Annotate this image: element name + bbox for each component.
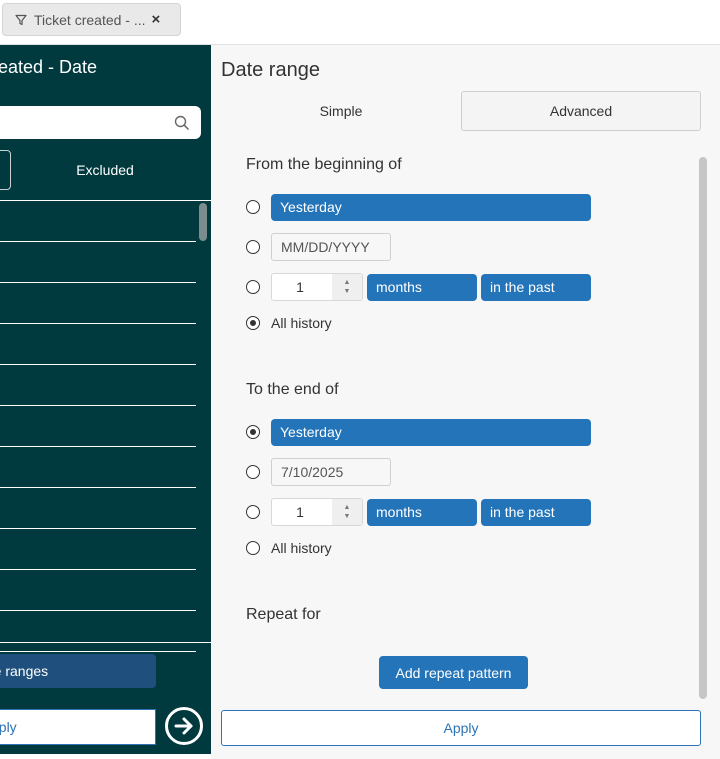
value-list: [0, 200, 211, 652]
from-count-value: 1: [296, 279, 304, 295]
filter-side-panel: eated - Date Excluded ate ranges pply: [0, 45, 211, 754]
filter-icon: [15, 14, 27, 25]
to-date-option: 7/10/2025: [246, 458, 391, 486]
filter-chip-ticket-created[interactable]: Ticket created - ... ×: [2, 3, 181, 36]
close-icon[interactable]: ×: [152, 11, 161, 28]
repeat-section-title: Repeat for: [246, 606, 321, 623]
from-count-stepper[interactable]: 1 ▲ ▼: [271, 273, 363, 301]
panel-footer: ate ranges pply: [0, 642, 211, 754]
from-date-field[interactable]: MM/DD/YYYY: [271, 233, 391, 261]
list-item[interactable]: [0, 242, 196, 283]
list-item[interactable]: [0, 570, 196, 611]
tab-advanced[interactable]: Advanced: [461, 91, 701, 131]
tab-simple[interactable]: Simple: [221, 91, 461, 131]
add-repeat-pattern-button[interactable]: Add repeat pattern: [379, 656, 528, 689]
date-ranges-label: ate ranges: [0, 663, 49, 679]
stepper-arrows-icon[interactable]: ▲ ▼: [332, 274, 362, 300]
to-date-radio[interactable]: [246, 465, 260, 479]
from-relative-option: 1 ▲ ▼ months in the past: [246, 273, 591, 301]
list-item[interactable]: [0, 324, 196, 365]
left-apply-label: pply: [0, 719, 17, 735]
to-count-stepper[interactable]: 1 ▲ ▼: [271, 498, 363, 526]
filter-bar: Ticket created - ... ×: [0, 0, 720, 45]
from-direction-select[interactable]: in the past: [481, 273, 591, 301]
from-all-history-option: All history: [246, 309, 332, 337]
go-arrow-button[interactable]: [165, 707, 203, 745]
date-ranges-button[interactable]: ate ranges: [0, 654, 156, 688]
from-yesterday-button[interactable]: Yesterday: [271, 193, 591, 221]
stepper-arrows-icon[interactable]: ▲ ▼: [332, 499, 362, 525]
apply-button[interactable]: Apply: [221, 710, 701, 746]
date-range-panel: Date range Simple Advanced From the begi…: [211, 45, 720, 759]
panel-title: eated - Date: [0, 57, 98, 77]
search-icon: [174, 115, 190, 131]
from-relative-radio[interactable]: [246, 280, 260, 294]
to-all-history-radio[interactable]: [246, 541, 260, 555]
to-date-field[interactable]: 7/10/2025: [271, 458, 391, 486]
panel-scrollbar[interactable]: [699, 157, 707, 699]
from-unit-select[interactable]: months: [367, 273, 477, 301]
list-item[interactable]: [0, 201, 196, 242]
list-item[interactable]: [0, 406, 196, 447]
to-yesterday-option: Yesterday: [246, 418, 591, 446]
to-relative-radio[interactable]: [246, 505, 260, 519]
list-scrollbar[interactable]: [199, 203, 207, 241]
to-yesterday-button[interactable]: Yesterday: [271, 418, 591, 446]
filter-chip-label: Ticket created - ...: [34, 11, 146, 28]
to-all-history-label[interactable]: All history: [271, 540, 332, 556]
to-relative-option: 1 ▲ ▼ months in the past: [246, 498, 591, 526]
from-date-radio[interactable]: [246, 240, 260, 254]
page-title: Date range: [221, 59, 320, 81]
date-range-form: From the beginning of Yesterday MM/DD/YY…: [234, 141, 694, 741]
list-item[interactable]: [0, 283, 196, 324]
tab-excluded[interactable]: Excluded: [40, 150, 170, 190]
to-count-value: 1: [296, 504, 304, 520]
from-all-history-label[interactable]: All history: [271, 315, 332, 331]
list-item[interactable]: [0, 529, 196, 570]
list-item[interactable]: [0, 447, 196, 488]
to-yesterday-radio[interactable]: [246, 425, 260, 439]
from-section-title: From the beginning of: [246, 156, 402, 173]
tab-included[interactable]: [0, 150, 11, 190]
to-section-title: To the end of: [246, 381, 339, 398]
from-yesterday-option: Yesterday: [246, 193, 591, 221]
left-apply-button[interactable]: pply: [0, 709, 156, 745]
from-yesterday-radio[interactable]: [246, 200, 260, 214]
list-item[interactable]: [0, 365, 196, 406]
search-input[interactable]: [0, 106, 201, 139]
to-direction-select[interactable]: in the past: [481, 498, 591, 526]
to-all-history-option: All history: [246, 534, 332, 562]
to-unit-select[interactable]: months: [367, 498, 477, 526]
from-all-history-radio[interactable]: [246, 316, 260, 330]
from-date-option: MM/DD/YYYY: [246, 233, 391, 261]
arrow-right-icon: [174, 717, 193, 735]
list-item[interactable]: [0, 488, 196, 529]
